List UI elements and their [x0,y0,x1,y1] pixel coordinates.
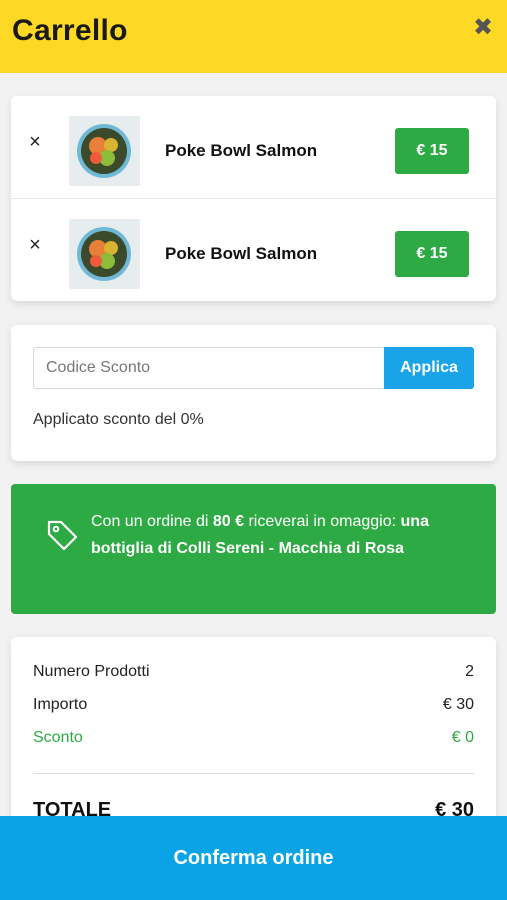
apply-discount-button[interactable]: Applica [384,347,474,389]
promo-banner: Con un ordine di 80 € riceverai in omagg… [11,484,496,614]
amount-value: € 30 [442,696,474,713]
discount-status-text: Applicato sconto del 0% [33,411,204,429]
poke-bowl-thumbnail [69,116,140,186]
remove-item-button[interactable]: × [25,132,45,152]
remove-item-button[interactable]: × [25,235,45,255]
amount-label: Importo [33,696,88,713]
cart-item: × Poke Bowl Salmon € 15 [11,96,496,188]
discount-label: Sconto [33,729,83,746]
cart-item: × Poke Bowl Salmon € 15 [11,198,496,290]
confirm-order-button[interactable]: Conferma ordine [0,816,507,900]
item-name: Poke Bowl Salmon [165,141,318,160]
promo-text: Con un ordine di 80 € riceverai in omagg… [91,508,483,562]
products-count-value: 2 [465,663,474,680]
discount-status-value: 0% [180,411,204,428]
discount-code-input[interactable] [33,347,385,389]
cart-items-list: × Poke Bowl Salmon € 15 × Poke Bowl Salm… [11,96,496,301]
summary-row-products: Numero Prodotti 2 [33,663,474,685]
discount-section: Applica Applicato sconto del 0% [11,325,496,461]
item-name: Poke Bowl Salmon [165,244,318,263]
item-price-badge: € 15 [395,231,469,277]
poke-bowl-thumbnail [69,219,140,289]
discount-value: € 0 [451,729,474,746]
promo-text-middle: riceverai in omaggio: [244,513,401,530]
promo-text-prefix: Con un ordine di [91,513,213,530]
tag-icon [47,520,78,551]
discount-status-prefix: Applicato sconto del [33,411,181,428]
item-price-badge: € 15 [395,128,469,174]
promo-threshold: 80 € [212,513,244,530]
cart-header: Carrello ✖ [0,0,507,73]
summary-row-amount: Importo € 30 [33,696,474,718]
summary-divider [33,773,474,774]
close-icon[interactable]: ✖ [471,14,495,42]
summary-row-discount: Sconto € 0 [33,729,474,751]
products-count-label: Numero Prodotti [33,663,150,680]
page-title: Carrello [12,14,128,47]
